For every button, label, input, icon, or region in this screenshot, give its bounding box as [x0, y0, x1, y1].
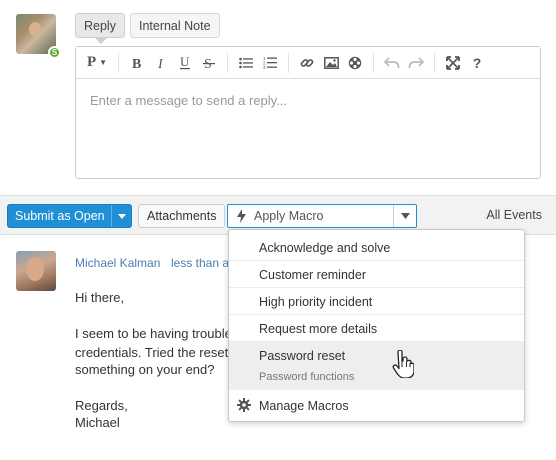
strikethrough-icon: S — [203, 57, 215, 70]
macro-placeholder: Apply Macro — [254, 209, 324, 223]
bold-button[interactable]: B — [125, 52, 149, 74]
paragraph-format-button[interactable]: P ▼ — [82, 52, 112, 74]
underline-button[interactable]: U — [173, 52, 197, 74]
macro-item-label: Customer reminder — [259, 268, 366, 282]
undo-icon — [384, 56, 400, 68]
redo-icon — [408, 56, 424, 68]
composer-tabs: Reply Internal Note — [75, 13, 220, 38]
macro-item[interactable]: Acknowledge and solve — [229, 234, 524, 261]
fullscreen-icon — [446, 55, 460, 70]
media-button[interactable] — [343, 52, 367, 74]
submit-label: Submit as Open — [15, 209, 105, 223]
bullet-list-button[interactable] — [234, 52, 258, 74]
numbered-list-button[interactable]: 123 — [258, 52, 282, 74]
customer-avatar — [16, 251, 56, 291]
svg-text:I: I — [157, 57, 164, 70]
reply-editor: P ▼ B I U S 123 ? Enter a message to sen… — [75, 46, 541, 179]
gear-icon — [237, 398, 251, 415]
macro-item-label: High priority incident — [259, 295, 373, 309]
message-time[interactable]: less than a — [171, 256, 229, 270]
all-events-filter[interactable]: All Events — [486, 208, 542, 222]
status-badge: S — [48, 46, 61, 59]
svg-text:3: 3 — [263, 65, 266, 69]
macro-item-label: Acknowledge and solve — [259, 241, 391, 255]
bold-icon: B — [132, 57, 141, 70]
tab-reply[interactable]: Reply — [75, 13, 125, 38]
active-tab-pointer — [95, 38, 107, 44]
message-author[interactable]: Michael Kalman — [75, 256, 160, 270]
bullet-list-icon — [239, 57, 253, 68]
manage-macros-item[interactable]: Manage Macros — [229, 392, 524, 419]
paragraph-icon: P — [86, 54, 97, 70]
undo-button[interactable] — [380, 52, 404, 74]
message-greeting: Hi there, — [75, 290, 125, 305]
strikethrough-button[interactable]: S — [197, 52, 221, 74]
message-line: I seem to be having trouble — [75, 326, 232, 341]
image-button[interactable] — [319, 52, 343, 74]
macro-item-label: Request more details — [259, 322, 378, 336]
hand-cursor-icon — [392, 349, 415, 381]
submit-button[interactable]: Submit as Open — [7, 204, 132, 228]
redo-button[interactable] — [404, 52, 428, 74]
message-signature: Michael — [75, 415, 120, 430]
chevron-down-icon: ▼ — [99, 58, 108, 67]
svg-text:B: B — [132, 57, 141, 70]
message-input[interactable]: Enter a message to send a reply... — [76, 79, 540, 122]
link-button[interactable] — [295, 52, 319, 74]
chevron-down-icon[interactable] — [393, 205, 416, 227]
macro-item[interactable]: Request more details — [229, 315, 524, 342]
underline-icon: U — [180, 55, 190, 70]
fullscreen-button[interactable] — [441, 52, 465, 74]
submit-options-button[interactable] — [112, 213, 131, 219]
editor-toolbar: P ▼ B I U S 123 ? — [76, 47, 540, 79]
message-line: something on your end? — [75, 362, 215, 377]
macro-item-category: Password functions — [259, 371, 355, 383]
macro-menu: Acknowledge and solve Customer reminder … — [228, 229, 525, 422]
apply-macro-select[interactable]: Apply Macro — [227, 204, 417, 228]
link-icon — [300, 58, 314, 67]
help-icon: ? — [472, 54, 482, 71]
attachments-button[interactable]: Attachments — [138, 204, 226, 228]
lightning-icon — [228, 209, 254, 223]
svg-text:U: U — [180, 55, 190, 69]
italic-icon: I — [157, 57, 164, 70]
macro-item-label: Password reset — [259, 349, 346, 363]
numbered-list-icon: 123 — [263, 56, 277, 69]
macro-item-highlighted[interactable]: Password reset Password functions — [229, 342, 524, 390]
tab-internal-note[interactable]: Internal Note — [129, 13, 220, 38]
image-icon — [323, 56, 339, 69]
help-button[interactable]: ? — [465, 52, 489, 74]
chevron-down-icon — [117, 213, 126, 219]
italic-button[interactable]: I — [149, 52, 173, 74]
macro-item[interactable]: High priority incident — [229, 288, 524, 315]
macro-item[interactable]: Customer reminder — [229, 261, 524, 288]
manage-macros-label: Manage Macros — [259, 399, 349, 413]
media-icon — [348, 56, 362, 69]
